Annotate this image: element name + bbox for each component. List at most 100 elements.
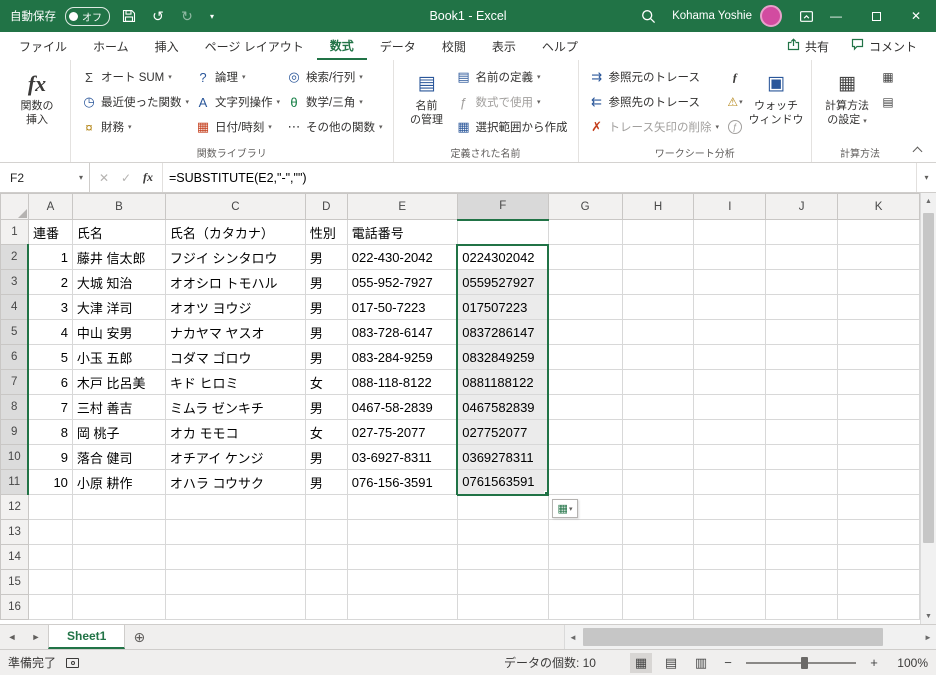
cell-H6[interactable] [621, 344, 695, 370]
calculate-sheet-button[interactable]: ▤ [877, 91, 899, 113]
cell-J10[interactable] [765, 444, 839, 470]
cell-G6[interactable] [547, 344, 623, 370]
cell-K5[interactable] [837, 319, 920, 345]
cell-J6[interactable] [765, 344, 839, 370]
cell-B10[interactable]: 落合 健司 [71, 444, 166, 470]
cell-E7[interactable]: 088-118-8122 [346, 369, 458, 395]
cell-I10[interactable] [693, 444, 767, 470]
cell-I9[interactable] [693, 419, 767, 445]
watch-window-button[interactable]: ▣ ウォッチ ウィンドウ [748, 65, 804, 128]
cell-B15[interactable] [71, 569, 166, 595]
cell-B14[interactable] [71, 544, 166, 570]
cell-B4[interactable]: 大津 洋司 [71, 294, 166, 320]
cell-I16[interactable] [693, 594, 767, 620]
cell-E11[interactable]: 076-156-3591 [346, 469, 458, 495]
row-header-9[interactable]: 9 [0, 419, 30, 445]
column-header-A[interactable]: A [27, 193, 73, 220]
view-page-layout-icon[interactable]: ▤ [660, 653, 682, 673]
cell-I12[interactable] [693, 494, 767, 520]
cell-B7[interactable]: 木戸 比呂美 [71, 369, 166, 395]
row-header-6[interactable]: 6 [0, 344, 30, 370]
column-header-K[interactable]: K [837, 193, 920, 220]
cell-C2[interactable]: フジイ シンタロウ [164, 244, 306, 270]
cell-D15[interactable] [304, 569, 348, 595]
vertical-scrollbar[interactable]: ▲ ▼ [920, 193, 936, 624]
row-header-5[interactable]: 5 [0, 319, 30, 345]
cell-D14[interactable] [304, 544, 348, 570]
cell-B11[interactable]: 小原 耕作 [71, 469, 166, 495]
date-time-button[interactable]: ▦ 日付/時刻 ▾ [192, 116, 283, 138]
cell-H8[interactable] [621, 394, 695, 420]
cell-C3[interactable]: オオシロ トモハル [164, 269, 306, 295]
name-box-dropdown-icon[interactable]: ▾ [79, 173, 89, 182]
cell-D3[interactable]: 男 [304, 269, 348, 295]
cell-J14[interactable] [765, 544, 839, 570]
row-header-2[interactable]: 2 [0, 244, 30, 270]
cell-F7[interactable]: 0881188122 [456, 369, 550, 395]
row-header-7[interactable]: 7 [0, 369, 30, 395]
cell-B8[interactable]: 三村 善吉 [71, 394, 166, 420]
evaluate-formula-button[interactable]: ƒ [724, 116, 746, 138]
cell-D11[interactable]: 男 [304, 469, 348, 495]
cell-H4[interactable] [621, 294, 695, 320]
cell-J3[interactable] [765, 269, 839, 295]
cell-C10[interactable]: オチアイ ケンジ [164, 444, 306, 470]
cell-K15[interactable] [837, 569, 920, 595]
cell-A8[interactable]: 7 [27, 394, 73, 420]
cell-K10[interactable] [837, 444, 920, 470]
remove-arrows-button[interactable]: ✗ トレース矢印の削除 ▾ [586, 116, 722, 138]
cell-D13[interactable] [304, 519, 348, 545]
cell-G1[interactable] [547, 219, 623, 245]
cell-H3[interactable] [621, 269, 695, 295]
tab-insert[interactable]: 挿入 [142, 32, 192, 60]
cell-A10[interactable]: 9 [27, 444, 73, 470]
zoom-slider-thumb[interactable] [801, 656, 808, 669]
cell-A3[interactable]: 2 [27, 269, 73, 295]
enter-icon[interactable]: ✓ [116, 168, 136, 188]
cell-J13[interactable] [765, 519, 839, 545]
zoom-slider[interactable] [746, 656, 856, 669]
cell-C11[interactable]: オハラ コウサク [164, 469, 306, 495]
row-header-3[interactable]: 3 [0, 269, 30, 295]
cell-G11[interactable] [547, 469, 623, 495]
insert-function-fx-icon[interactable]: fx [138, 168, 158, 188]
cell-E13[interactable] [346, 519, 458, 545]
cell-F13[interactable] [456, 519, 549, 545]
cell-G3[interactable] [547, 269, 623, 295]
cell-K1[interactable] [837, 219, 920, 245]
view-normal-icon[interactable]: ▦ [630, 652, 652, 673]
cell-B1[interactable]: 氏名 [71, 219, 166, 245]
cell-B16[interactable] [71, 594, 166, 620]
horizontal-scroll-thumb[interactable] [583, 628, 883, 646]
cell-C12[interactable] [164, 494, 306, 520]
cell-D9[interactable]: 女 [304, 419, 348, 445]
financial-button[interactable]: ¤ 財務 ▾ [78, 116, 192, 138]
cell-C15[interactable] [164, 569, 306, 595]
comments-button[interactable]: コメント [842, 35, 926, 58]
horizontal-scroll-track[interactable] [581, 625, 920, 649]
tab-file[interactable]: ファイル [6, 32, 80, 60]
sheet-tab-sheet1[interactable]: Sheet1 [48, 625, 126, 649]
save-icon[interactable] [119, 4, 139, 28]
cell-B9[interactable]: 岡 桃子 [71, 419, 166, 445]
calculation-options-button[interactable]: ▦ 計算方法 の設定 ▾ [819, 65, 875, 128]
tab-page-layout[interactable]: ページ レイアウト [192, 32, 317, 60]
cell-K3[interactable] [837, 269, 920, 295]
cell-E16[interactable] [346, 594, 458, 620]
cell-D16[interactable] [304, 594, 348, 620]
avatar[interactable] [760, 5, 782, 27]
scroll-down-icon[interactable]: ▼ [921, 608, 936, 624]
row-header-13[interactable]: 13 [0, 519, 29, 545]
column-header-D[interactable]: D [304, 193, 348, 220]
cell-E5[interactable]: 083-728-6147 [346, 319, 458, 345]
row-header-16[interactable]: 16 [0, 594, 29, 620]
tab-help[interactable]: ヘルプ [529, 32, 591, 60]
cell-I14[interactable] [693, 544, 767, 570]
cell-I3[interactable] [693, 269, 767, 295]
cell-A11[interactable]: 10 [27, 469, 73, 495]
zoom-out-button[interactable]: − [720, 655, 736, 670]
trace-precedents-button[interactable]: ⇉ 参照元のトレース [586, 66, 722, 88]
column-header-I[interactable]: I [693, 193, 767, 220]
cell-B6[interactable]: 小玉 五郎 [71, 344, 166, 370]
cell-G7[interactable] [547, 369, 623, 395]
